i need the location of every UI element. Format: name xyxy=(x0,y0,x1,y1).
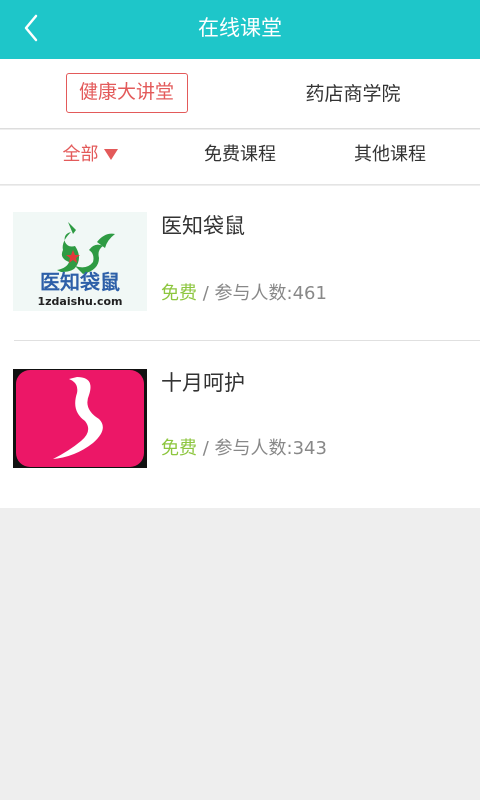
separator: / xyxy=(197,438,215,459)
tab-label: 健康大讲堂 xyxy=(65,73,188,113)
course-logo xyxy=(13,369,147,468)
tab-health-lecture[interactable]: 健康大讲堂 xyxy=(0,59,253,129)
tab-pharmacy-academy[interactable]: 药店商学院 xyxy=(253,59,453,129)
filter-free-courses[interactable]: 免费课程 xyxy=(180,130,300,185)
filter-all[interactable]: 全部 xyxy=(30,130,150,185)
page-title: 在线课堂 xyxy=(198,16,282,40)
filter-label: 免费课程 xyxy=(204,144,276,165)
filter-bar: 全部 免费课程 其他课程 xyxy=(0,130,480,185)
app-header: 在线课堂 xyxy=(0,0,480,59)
filter-label: 其他课程 xyxy=(354,144,426,165)
filter-label: 全部 xyxy=(62,144,99,165)
price-label: 免费 xyxy=(161,283,197,304)
participants-count: 461 xyxy=(292,283,327,304)
logo-url: 1zdaishu.com xyxy=(37,295,122,308)
course-meta: 免费 / 参与人数:461 xyxy=(161,279,327,305)
tab-label: 药店商学院 xyxy=(305,83,401,105)
logo-text: 医知袋鼠 xyxy=(40,270,120,294)
filter-other-courses[interactable]: 其他课程 xyxy=(330,130,450,185)
category-tabs: 健康大讲堂 药店商学院 xyxy=(0,59,480,129)
participants-label: 参与人数: xyxy=(214,283,293,304)
list-item[interactable]: 医知袋鼠 1zdaishu.com 医知袋鼠 免费 / 参与人数:461 xyxy=(0,186,480,341)
course-logo: 医知袋鼠 1zdaishu.com xyxy=(13,212,147,311)
price-label: 免费 xyxy=(161,438,197,459)
course-meta: 免费 / 参与人数:343 xyxy=(161,434,327,460)
participants-label: 参与人数: xyxy=(214,438,293,459)
course-list: 医知袋鼠 1zdaishu.com 医知袋鼠 免费 / 参与人数:461 十月呵… xyxy=(0,186,480,508)
separator: / xyxy=(197,283,215,304)
course-title: 十月呵护 xyxy=(161,371,245,395)
caret-down-icon xyxy=(103,148,118,160)
list-item[interactable]: 十月呵护 免费 / 参与人数:343 xyxy=(0,341,480,496)
participants-count: 343 xyxy=(292,438,327,459)
course-title: 医知袋鼠 xyxy=(161,214,245,238)
